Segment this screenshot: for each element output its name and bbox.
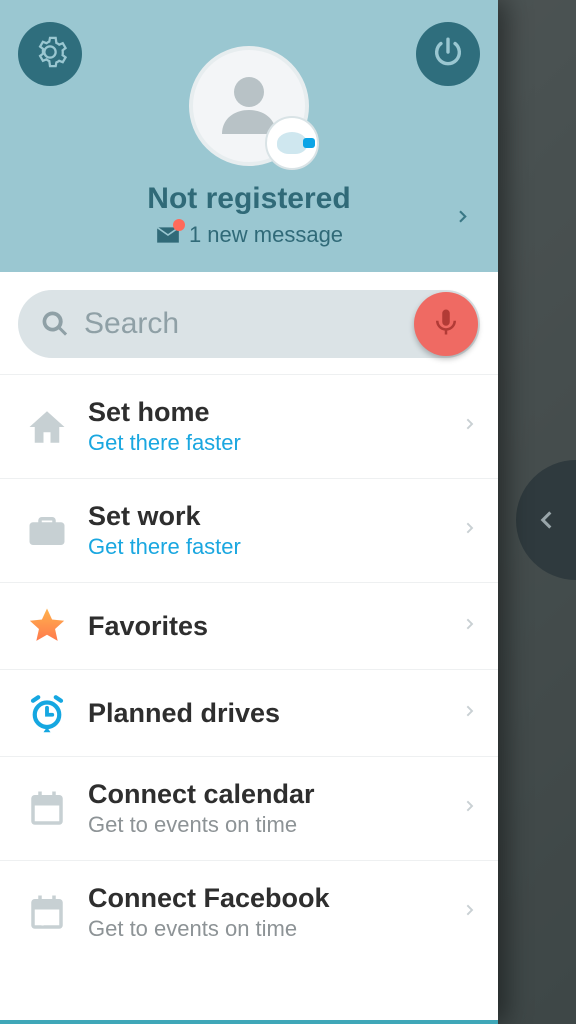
menu-item-subtitle: Get there faster [88,430,462,456]
envelope-icon [155,225,181,245]
menu-item-title: Favorites [88,611,462,642]
menu-item-title: Planned drives [88,698,462,729]
registration-status: Not registered [0,182,498,216]
menu-item-connect-calendar[interactable]: Connect calendar Get to events on time [0,757,498,861]
alarm-clock-icon [20,692,74,734]
menu-item-planned-drives[interactable]: Planned drives [0,670,498,757]
search-icon [40,309,70,339]
menu-item-favorites[interactable]: Favorites [0,583,498,670]
messages-indicator: 1 new message [155,222,343,248]
settings-button[interactable] [18,22,82,86]
menu-item-set-work[interactable]: Set work Get there faster [0,479,498,583]
chevron-right-icon [462,897,478,928]
gear-icon [33,35,67,74]
briefcase-icon [20,510,74,552]
chevron-right-icon [462,698,478,729]
svg-text:f: f [40,912,46,929]
chevron-right-icon [462,515,478,546]
waze-mascot-icon [265,116,319,170]
chevron-right-icon [462,411,478,442]
power-button[interactable] [416,22,480,86]
messages-text: 1 new message [189,222,343,248]
chevron-right-icon [462,793,478,824]
chevron-right-icon [462,611,478,642]
home-icon [20,406,74,448]
menu-item-connect-facebook[interactable]: f Connect Facebook Get to events on time [0,861,498,964]
menu-item-subtitle: Get to events on time [88,916,462,942]
chevron-right-icon [454,203,472,236]
drawer-header: Not registered 1 new message [0,0,498,272]
calendar-facebook-icon: f [20,892,74,934]
menu-item-title: Set work [88,501,462,532]
search-section: Search [0,272,498,375]
side-drawer: Not registered 1 new message Search [0,0,498,1024]
profile-summary[interactable]: Not registered 1 new message [0,166,498,272]
menu-item-title: Set home [88,397,462,428]
calendar-icon [20,788,74,830]
menu-list: Set home Get there faster Set work Get t… [0,375,498,1020]
menu-item-subtitle: Get there faster [88,534,462,560]
menu-item-subtitle: Get to events on time [88,812,462,838]
menu-item-set-home[interactable]: Set home Get there faster [0,375,498,479]
voice-search-button[interactable] [414,292,478,356]
notification-dot-icon [173,219,185,231]
menu-item-title: Connect calendar [88,779,462,810]
power-icon [431,35,465,74]
star-icon [20,605,74,647]
microphone-icon [431,307,461,342]
search-input[interactable]: Search [18,290,480,358]
profile-avatar[interactable] [189,46,309,166]
menu-item-title: Connect Facebook [88,883,462,914]
